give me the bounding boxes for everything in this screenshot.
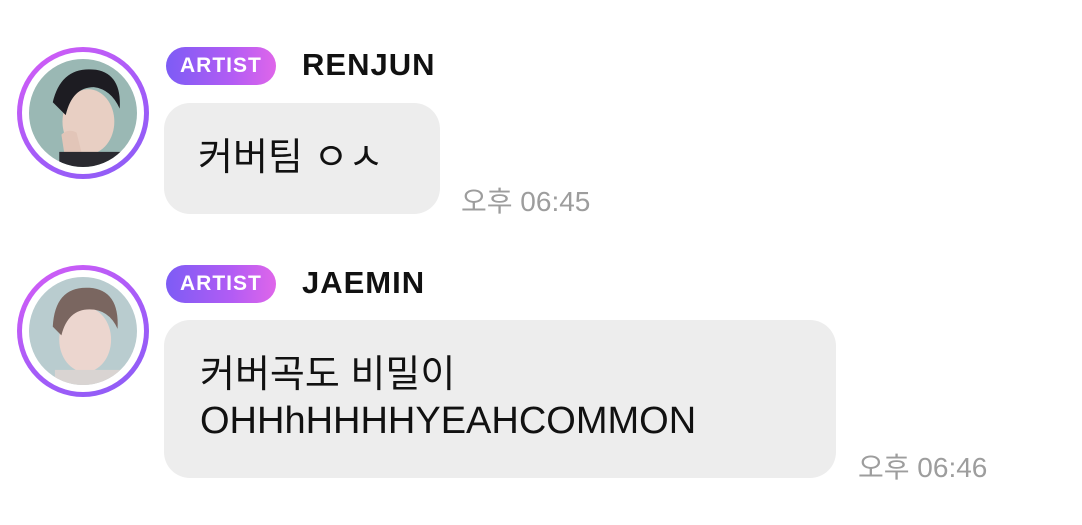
artist-badge: ARTIST [166,265,276,303]
sender-name[interactable]: JAEMIN [302,265,425,301]
artist-badge: ARTIST [166,47,276,85]
sender-name[interactable]: RENJUN [302,47,435,83]
avatar-photo-renjun [29,59,137,167]
message-timestamp: 오후 06:45 [461,186,591,217]
message-text-line-2: OHHhHHHHYEAHCOMMON [200,400,697,442]
avatar-jaemin[interactable] [17,265,149,397]
message-text: 커버팀 ㅇㅅ [198,137,384,179]
avatar-renjun[interactable] [17,47,149,179]
message-bubble[interactable]: 커버팀 ㅇㅅ [164,103,440,214]
avatar-photo-jaemin [29,277,137,385]
message-text-line-1: 커버곡도 비밀이 [200,354,456,396]
message-bubble[interactable]: 커버곡도 비밀이 OHHhHHHHYEAHCOMMON [164,320,836,478]
message-timestamp: 오후 06:46 [858,452,988,483]
